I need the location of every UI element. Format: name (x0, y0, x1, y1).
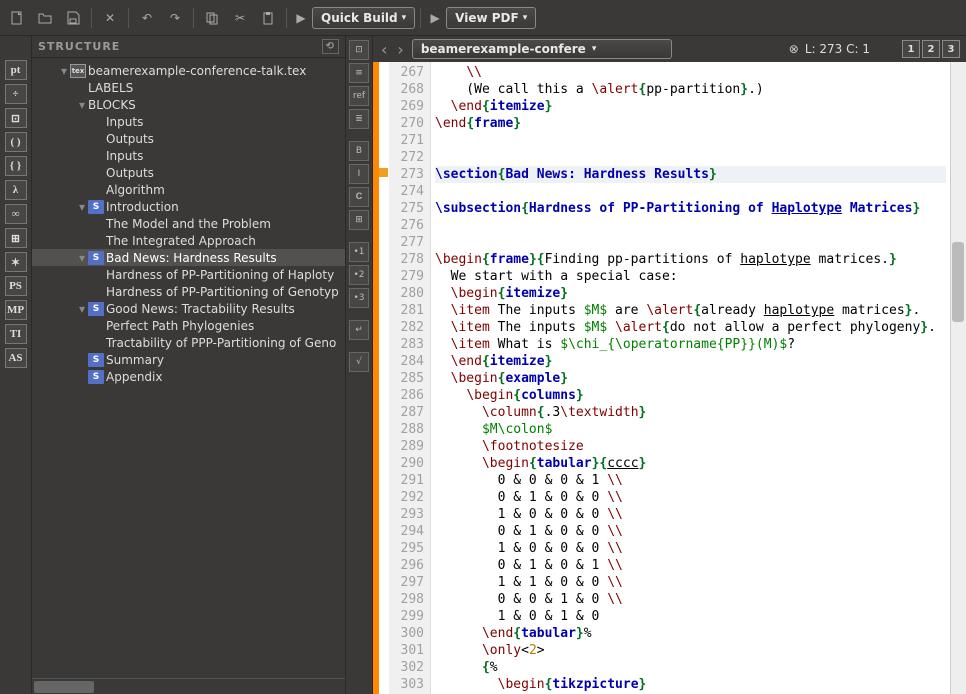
editor-tool[interactable]: ≣ (349, 109, 369, 129)
open-file-icon[interactable] (32, 5, 58, 31)
symbol-tool[interactable]: ✶ (5, 252, 27, 272)
symbol-tool[interactable]: ∞ (5, 204, 27, 224)
tree-item[interactable]: ▾SIntroduction (32, 198, 345, 215)
save-file-icon[interactable] (60, 5, 86, 31)
tree-item[interactable]: ▾SBad News: Hardness Results (32, 249, 345, 266)
close-tab-icon[interactable]: ⊗ (789, 42, 799, 56)
editor-side-palette: ⊡ ≡ ref ≣ BI𝐂 ⊞ •1 •2 •3 ↵ √ (345, 36, 373, 694)
editor-tool[interactable]: B (349, 141, 369, 161)
editor-tool[interactable]: √ (349, 352, 369, 372)
nav-back-icon[interactable]: ‹ (379, 40, 389, 59)
symbol-tool[interactable]: ⊡ (5, 108, 27, 128)
editor-tool[interactable]: •2 (349, 265, 369, 285)
tree-item[interactable]: Outputs (32, 164, 345, 181)
editor-tool[interactable]: ref (349, 86, 369, 106)
symbol-tool[interactable]: ( ) (5, 132, 27, 152)
editor-tool[interactable]: ⊞ (349, 210, 369, 230)
tree-item[interactable]: Algorithm (32, 181, 345, 198)
tree-item[interactable]: Outputs (32, 130, 345, 147)
tree-item[interactable]: ▾SGood News: Tractability Results (32, 300, 345, 317)
cursor-position: L: 273 C: 1 (805, 42, 870, 56)
symbol-tool[interactable]: ⊞ (5, 228, 27, 248)
editor-tool[interactable]: I (349, 164, 369, 184)
symbol-tool[interactable]: TI (5, 324, 27, 344)
symbol-tool[interactable]: pt (5, 60, 27, 80)
tree-item[interactable]: Hardness of PP-Partitioning of Haploty (32, 266, 345, 283)
tree-item[interactable]: The Model and the Problem (32, 215, 345, 232)
cut-icon[interactable]: ✂ (227, 5, 253, 31)
pane-button[interactable]: 3 (942, 40, 960, 58)
editor-tool[interactable]: •3 (349, 288, 369, 308)
structure-sync-icon[interactable]: ⟲ (322, 39, 339, 54)
tree-item[interactable]: The Integrated Approach (32, 232, 345, 249)
tree-item[interactable]: SSummary (32, 351, 345, 368)
tree-item[interactable]: Tractability of PPP-Partitioning of Geno (32, 334, 345, 351)
left-symbol-palette: pt ÷ ⊡ ( ) { } λ ∞ ⊞ ✶ PS MP TI AS (0, 36, 32, 694)
editor-tool[interactable]: ⊡ (349, 40, 369, 60)
editor-tool[interactable]: ≡ (349, 63, 369, 83)
pane-button[interactable]: 1 (902, 40, 920, 58)
view-pdf-button[interactable]: View PDF▾ (446, 7, 536, 29)
tree-item[interactable]: Inputs (32, 147, 345, 164)
structure-panel: STRUCTURE ⟲ ▾texbeamerexample-conference… (32, 36, 345, 694)
symbol-tool[interactable]: AS (5, 348, 27, 368)
build-play-icon[interactable]: ▶ (292, 11, 310, 25)
editor-vscrollbar[interactable] (950, 62, 966, 694)
copy-icon[interactable] (199, 5, 225, 31)
editor-top-bar: ‹ › beamerexample-confere▾ ⊗ L: 273 C: 1… (373, 36, 966, 62)
line-number-gutter: 2672682692702712722732742752762772782792… (389, 62, 431, 694)
pane-button[interactable]: 2 (922, 40, 940, 58)
editor-tool[interactable]: •1 (349, 242, 369, 262)
main-toolbar: ✕ ↶ ↷ ✂ ▶ Quick Build▾ ▶ View PDF▾ (0, 0, 966, 36)
editor-tool[interactable]: ↵ (349, 320, 369, 340)
redo-icon[interactable]: ↷ (162, 5, 188, 31)
symbol-tool[interactable]: { } (5, 156, 27, 176)
tree-item[interactable]: Hardness of PP-Partitioning of Genotyp (32, 283, 345, 300)
undo-icon[interactable]: ↶ (134, 5, 160, 31)
tree-item[interactable]: ▾texbeamerexample-conference-talk.tex (32, 62, 345, 79)
tree-item[interactable]: ▾BLOCKS (32, 96, 345, 113)
structure-tree[interactable]: ▾texbeamerexample-conference-talk.texLAB… (32, 58, 345, 678)
structure-hscrollbar[interactable] (32, 678, 345, 694)
symbol-tool[interactable]: λ (5, 180, 27, 200)
symbol-tool[interactable]: PS (5, 276, 27, 296)
symbol-tool[interactable]: MP (5, 300, 27, 320)
nav-fwd-icon[interactable]: › (395, 40, 405, 59)
marker-gutter (379, 62, 389, 694)
close-icon[interactable]: ✕ (97, 5, 123, 31)
tree-item[interactable]: LABELS (32, 79, 345, 96)
tree-item[interactable]: Perfect Path Phylogenies (32, 317, 345, 334)
quick-build-button[interactable]: Quick Build▾ (312, 7, 415, 29)
code-editor[interactable]: 2672682692702712722732742752762772782792… (373, 62, 966, 694)
editor-tool[interactable]: 𝐂 (349, 187, 369, 207)
code-area[interactable]: \\ (We call this a \alert{pp-partition}.… (431, 62, 950, 694)
tree-item[interactable]: SAppendix (32, 368, 345, 385)
structure-title: STRUCTURE (38, 40, 120, 53)
view-play-icon[interactable]: ▶ (426, 11, 444, 25)
symbol-tool[interactable]: ÷ (5, 84, 27, 104)
new-file-icon[interactable] (4, 5, 30, 31)
tree-item[interactable]: Inputs (32, 113, 345, 130)
file-tab[interactable]: beamerexample-confere▾ (412, 39, 672, 59)
paste-icon[interactable] (255, 5, 281, 31)
